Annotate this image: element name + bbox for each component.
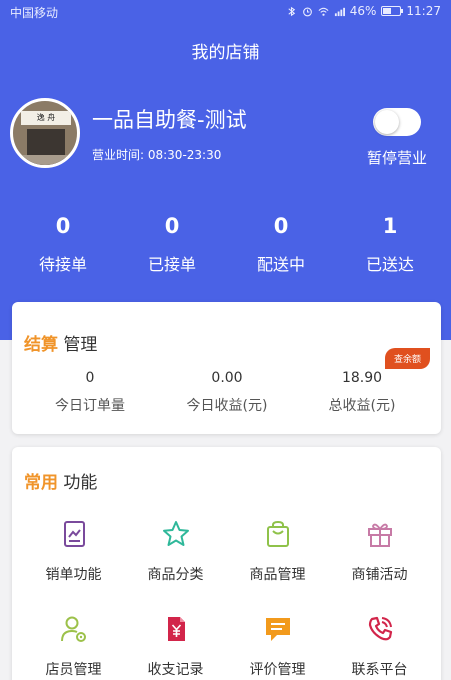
func-contact-platform[interactable]: 联系平台	[326, 614, 433, 679]
business-hours: 营业时间: 08:30-23:30	[92, 148, 222, 162]
page-title: 我的店铺	[191, 43, 260, 63]
stat-accepted[interactable]: 0 已接单	[122, 214, 222, 275]
func-product-management[interactable]: 商品管理	[224, 519, 331, 584]
check-balance-badge[interactable]: 查余额	[384, 348, 430, 369]
phone-icon	[365, 614, 395, 644]
carrier-label: 中国移动	[10, 6, 59, 20]
functions-card: 常用 功能 销单功能 商品分类 商品管理 商铺活动 店员管理 收支记录 评价管理…	[12, 447, 441, 680]
alarm-icon	[302, 6, 313, 17]
pause-business-label: 暂停营业	[367, 149, 428, 167]
stat-label: 待接单	[38, 255, 87, 274]
gift-icon	[365, 519, 395, 549]
today-orders-value: 0	[85, 370, 95, 386]
pause-business-toggle[interactable]	[373, 108, 421, 136]
battery-icon	[381, 6, 404, 16]
func-income-expense-records[interactable]: 收支记录	[122, 614, 229, 679]
comment-icon	[263, 614, 293, 644]
total-income-label: 总收益(元)	[328, 398, 396, 414]
chart-doc-icon	[59, 519, 89, 549]
stat-value: 0	[273, 214, 289, 238]
yuan-doc-icon	[161, 614, 191, 644]
functions-title: 常用 功能	[24, 473, 98, 493]
stat-pending[interactable]: 0 待接单	[13, 214, 113, 275]
battery-percent: 46%	[349, 4, 377, 18]
wifi-icon	[318, 6, 329, 17]
today-orders-label: 今日订单量	[55, 398, 125, 414]
settlement-card: 结算 管理 查余额 0 今日订单量 0.00 今日收益(元) 18.90 总收益…	[12, 302, 441, 434]
stat-value: 0	[164, 214, 180, 238]
today-income-label: 今日收益(元)	[186, 398, 268, 414]
total-income-value: 18.90	[341, 370, 383, 386]
today-income-value: 0.00	[211, 370, 243, 386]
status-bar: 中国移动 46% 11:27	[0, 0, 451, 24]
shop-name: 一品自助餐-测试	[92, 108, 247, 132]
func-order-writeoff[interactable]: 销单功能	[20, 519, 127, 584]
shop-avatar[interactable]: 逸 舟	[10, 98, 80, 168]
settlement-title: 结算 管理	[24, 335, 98, 355]
clock: 11:27	[406, 4, 441, 18]
shopping-bag-icon	[263, 519, 293, 549]
signal-icon	[334, 6, 345, 17]
stat-value: 1	[382, 214, 398, 238]
staff-settings-icon	[59, 614, 89, 644]
stat-label: 配送中	[256, 255, 305, 274]
star-icon	[161, 519, 191, 549]
func-product-category[interactable]: 商品分类	[122, 519, 229, 584]
stat-label: 已接单	[147, 255, 196, 274]
order-stats: 0 待接单 0 已接单 0 配送中 1 已送达	[0, 214, 451, 284]
func-review-management[interactable]: 评价管理	[224, 614, 331, 679]
stat-label: 已送达	[365, 255, 414, 274]
stat-delivering[interactable]: 0 配送中	[231, 214, 331, 275]
stat-value: 0	[55, 214, 71, 238]
stat-delivered[interactable]: 1 已送达	[340, 214, 440, 275]
func-staff-management[interactable]: 店员管理	[20, 614, 127, 679]
func-shop-promotion[interactable]: 商铺活动	[326, 519, 433, 584]
bluetooth-icon	[286, 6, 297, 17]
